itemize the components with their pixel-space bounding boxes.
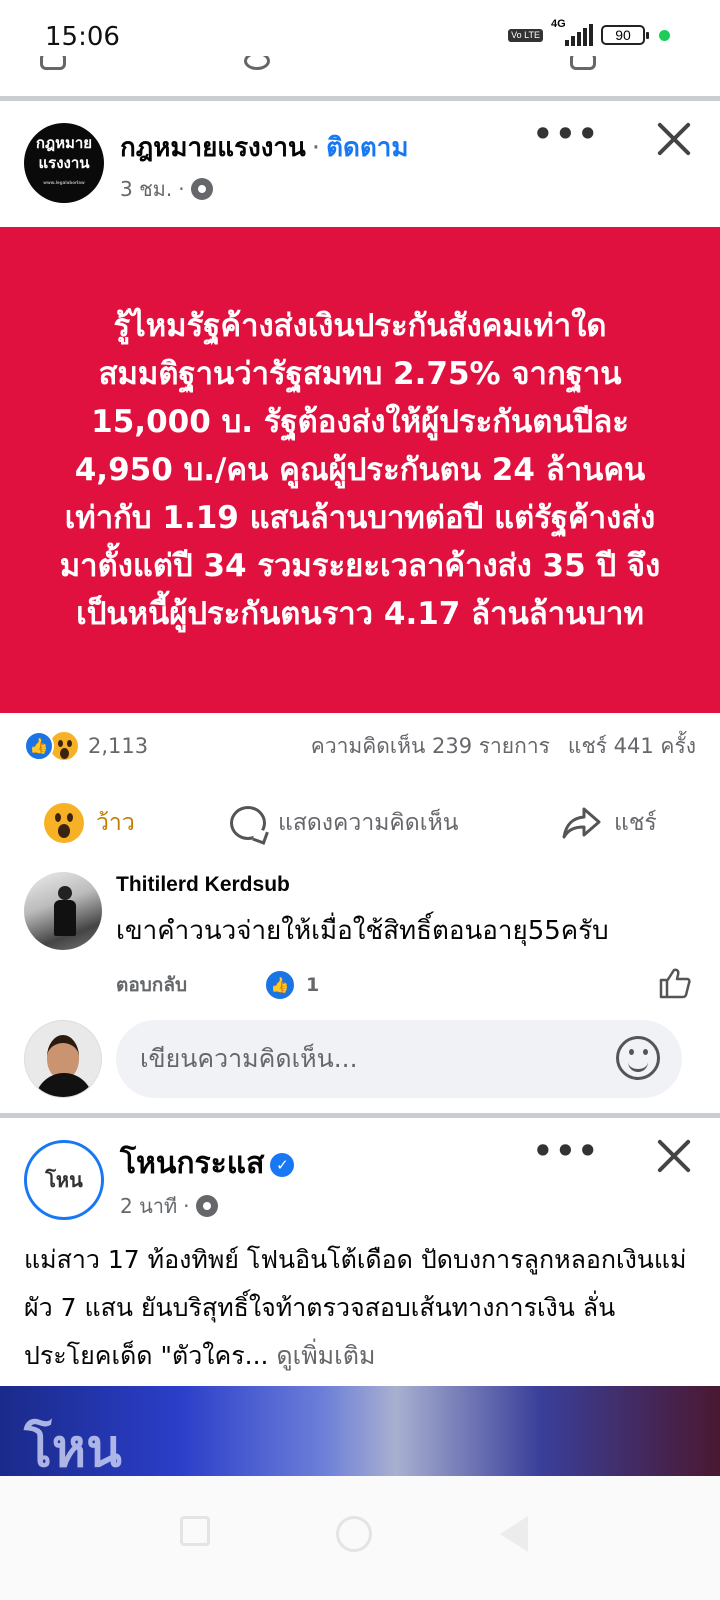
page-avatar[interactable]: กฎหมาย แรงงาน www.legalaborlaw bbox=[24, 123, 104, 203]
my-avatar bbox=[24, 1020, 102, 1098]
privacy-indicator-icon bbox=[659, 29, 670, 41]
comment-text: เขาคำวนวจ่ายให้เมื่อใช้สิทธิ์ตอนอายุ55คร… bbox=[116, 916, 609, 946]
post-time[interactable]: 2 นาที bbox=[120, 1190, 177, 1222]
like-reaction-icon: 👍 bbox=[24, 731, 54, 761]
comment-author[interactable]: Thitilerd Kerdsub bbox=[116, 873, 290, 897]
page-name[interactable]: โหนกระแส ✓ bbox=[120, 1140, 295, 1187]
follow-button[interactable]: ติดตาม bbox=[326, 133, 408, 163]
volte-icon: Vo LTE bbox=[508, 28, 543, 42]
post-time[interactable]: 3 ชม. bbox=[120, 173, 172, 205]
page-name[interactable]: กฎหมายแรงงาน · ติดตาม bbox=[120, 127, 408, 168]
post-image-logo: โหน bbox=[24, 1420, 122, 1476]
comment-like-count: 1 bbox=[306, 974, 320, 996]
post-header: กฎหมาย แรงงาน www.legalaborlaw กฎหมายแรง… bbox=[0, 101, 720, 211]
network-type: 4G bbox=[551, 18, 566, 30]
post-meta: 3 ชม. · bbox=[120, 173, 213, 205]
status-icons: Vo LTE 4G 90 bbox=[508, 18, 670, 46]
comment-reactions[interactable]: 👍 1 bbox=[264, 969, 319, 1001]
comment-actions: ตอบกลับ 👍 1 bbox=[116, 968, 696, 1002]
like-reaction-icon: 👍 bbox=[264, 969, 296, 1001]
see-more-link[interactable]: ดูเพิ่มเติม bbox=[276, 1341, 375, 1370]
back-button[interactable] bbox=[500, 1516, 528, 1552]
post-text-card[interactable]: รู้ไหมรัฐค้างส่งเงินประกันสังคมเท่าใด สม… bbox=[0, 227, 720, 713]
comment-input-placeholder: เขียนความคิดเห็น... bbox=[140, 1044, 358, 1073]
page-avatar[interactable]: โหน bbox=[24, 1140, 104, 1220]
emoji-icon[interactable] bbox=[616, 1036, 660, 1080]
shares-count[interactable]: แชร์ 441 ครั้ง bbox=[568, 730, 696, 763]
more-options-icon[interactable]: ••• bbox=[533, 1132, 600, 1170]
post-actions: ว้าว แสดงความคิดเห็น แชร์ bbox=[0, 795, 720, 851]
status-time: 15:06 bbox=[45, 22, 120, 52]
more-options-icon[interactable]: ••• bbox=[533, 115, 600, 153]
system-nav-bar bbox=[0, 1476, 720, 1600]
signal-icon: 4G bbox=[551, 18, 593, 46]
close-icon[interactable] bbox=[654, 1136, 694, 1176]
home-button[interactable] bbox=[336, 1516, 372, 1552]
share-arrow-icon bbox=[562, 807, 601, 839]
verified-badge-icon: ✓ bbox=[270, 1152, 295, 1177]
post-image[interactable]: โหน bbox=[0, 1386, 720, 1476]
comments-count[interactable]: ความคิดเห็น 239 รายการ bbox=[311, 730, 550, 763]
reply-button[interactable]: ตอบกลับ bbox=[116, 970, 187, 1000]
commenter-avatar[interactable] bbox=[24, 872, 102, 950]
reaction-summary[interactable]: 👍 2,113 ความคิดเห็น 239 รายการ แชร์ 441 … bbox=[24, 726, 696, 766]
recent-apps-button[interactable] bbox=[180, 1516, 210, 1546]
comment-button[interactable]: แสดงความคิดเห็น bbox=[230, 805, 458, 841]
close-icon[interactable] bbox=[654, 119, 694, 159]
reaction-count[interactable]: 2,113 bbox=[88, 734, 148, 758]
post-meta: 2 นาที · bbox=[120, 1190, 218, 1222]
audience-gear-icon bbox=[190, 178, 213, 200]
wow-icon bbox=[44, 803, 84, 843]
share-button[interactable]: แชร์ bbox=[562, 805, 657, 841]
comment-bubble-icon bbox=[230, 806, 266, 840]
card-text: รู้ไหมรัฐค้างส่งเงินประกันสังคมเท่าใด สม… bbox=[59, 308, 661, 632]
write-comment-input[interactable]: เขียนความคิดเห็น... bbox=[116, 1020, 682, 1098]
post-header: โหน โหนกระแส ✓ 2 นาที · ••• bbox=[0, 1118, 720, 1228]
battery-icon: 90 bbox=[601, 25, 649, 45]
react-button[interactable]: ว้าว bbox=[44, 803, 135, 843]
post-text: แม่สาว 17 ท้องทิพย์ โฟนอินโต้เดือด ปัดบง… bbox=[24, 1245, 687, 1370]
audience-gear-icon bbox=[195, 1195, 218, 1217]
previous-post-edge bbox=[0, 56, 720, 96]
like-comment-icon[interactable] bbox=[658, 966, 692, 1000]
